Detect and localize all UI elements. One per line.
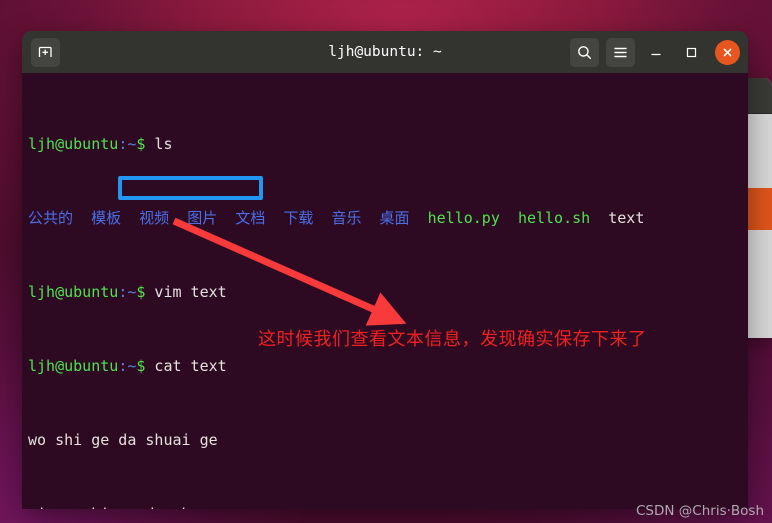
ls-dir-7: 桌面 [379,208,410,227]
hamburger-menu-icon [614,47,627,57]
maximize-icon [686,47,697,58]
sep [500,209,518,227]
search-icon [578,45,592,59]
sep [590,209,608,227]
ls-dir-5: 下载 [283,208,314,227]
command-cat: cat text [145,356,227,375]
minimize-icon [651,53,661,56]
sep [410,209,428,227]
sep [217,209,235,227]
terminal-line-ls-command: ljh@ubuntu:~$ ls [28,135,748,154]
close-icon [723,48,732,56]
ls-exec-0: hello.py [427,208,500,227]
prompt-user: ljh@ubuntu [28,134,119,153]
command-ls: ls [145,134,173,153]
sep [169,209,187,227]
terminal-output-line-1: wo shi ge da shuai ge [28,431,748,450]
annotation-note-text: 这时候我们查看文本信息，发现确实保存下来了 [258,329,647,350]
sep [121,209,139,227]
sep [73,209,91,227]
sep [313,209,331,227]
file-content-line-1: wo shi ge da shuai ge [28,430,218,449]
titlebar-controls [570,37,740,67]
new-tab-button[interactable] [31,37,60,67]
ls-dir-1: 模板 [91,208,122,227]
ls-dir-6: 音乐 [331,208,362,227]
close-button[interactable] [715,39,740,65]
terminal-titlebar[interactable]: ljh@ubuntu: ~ [22,31,748,73]
minimize-button[interactable] [642,38,670,66]
ls-dir-4: 文档 [235,208,266,227]
sep [361,209,379,227]
ls-exec-1: hello.sh [517,208,591,227]
ls-dir-2: 视频 [139,208,170,227]
ls-file-0: text [608,208,645,227]
terminal-content[interactable]: ljh@ubuntu:~$ ls 公共的 模板 视频 图片 文档 下载 音乐 桌… [22,73,748,509]
sep [265,209,283,227]
terminal-line-vim-command: ljh@ubuntu:~$ vim text [28,283,748,302]
new-tab-icon [38,46,52,57]
highlight-box-annotation [118,176,263,200]
search-button[interactable] [570,37,599,67]
prompt-path: :~ [118,356,137,375]
prompt-user: ljh@ubuntu [28,356,119,375]
command-vim: vim text [145,282,227,301]
menu-button[interactable] [606,37,635,67]
watermark: CSDN @Chris·Bosh [636,503,764,519]
maximize-button[interactable] [677,38,705,66]
file-content-line-2: ni ye shi ge da shusa [28,505,218,510]
prompt-user: ljh@ubuntu [28,282,119,301]
ls-dir-0: 公共的 [28,208,74,227]
prompt-path: :~ [118,134,137,153]
terminal-line-cat-command: ljh@ubuntu:~$ cat text [28,357,748,376]
terminal-line-ls-output: 公共的 模板 视频 图片 文档 下载 音乐 桌面 hello.py hello.… [28,209,748,228]
prompt-path: :~ [118,282,137,301]
ls-dir-3: 图片 [187,208,218,227]
terminal-window[interactable]: ljh@ubuntu: ~ ljh@ubuntu:~$ ls 公共的 模板 视频… [22,31,748,509]
